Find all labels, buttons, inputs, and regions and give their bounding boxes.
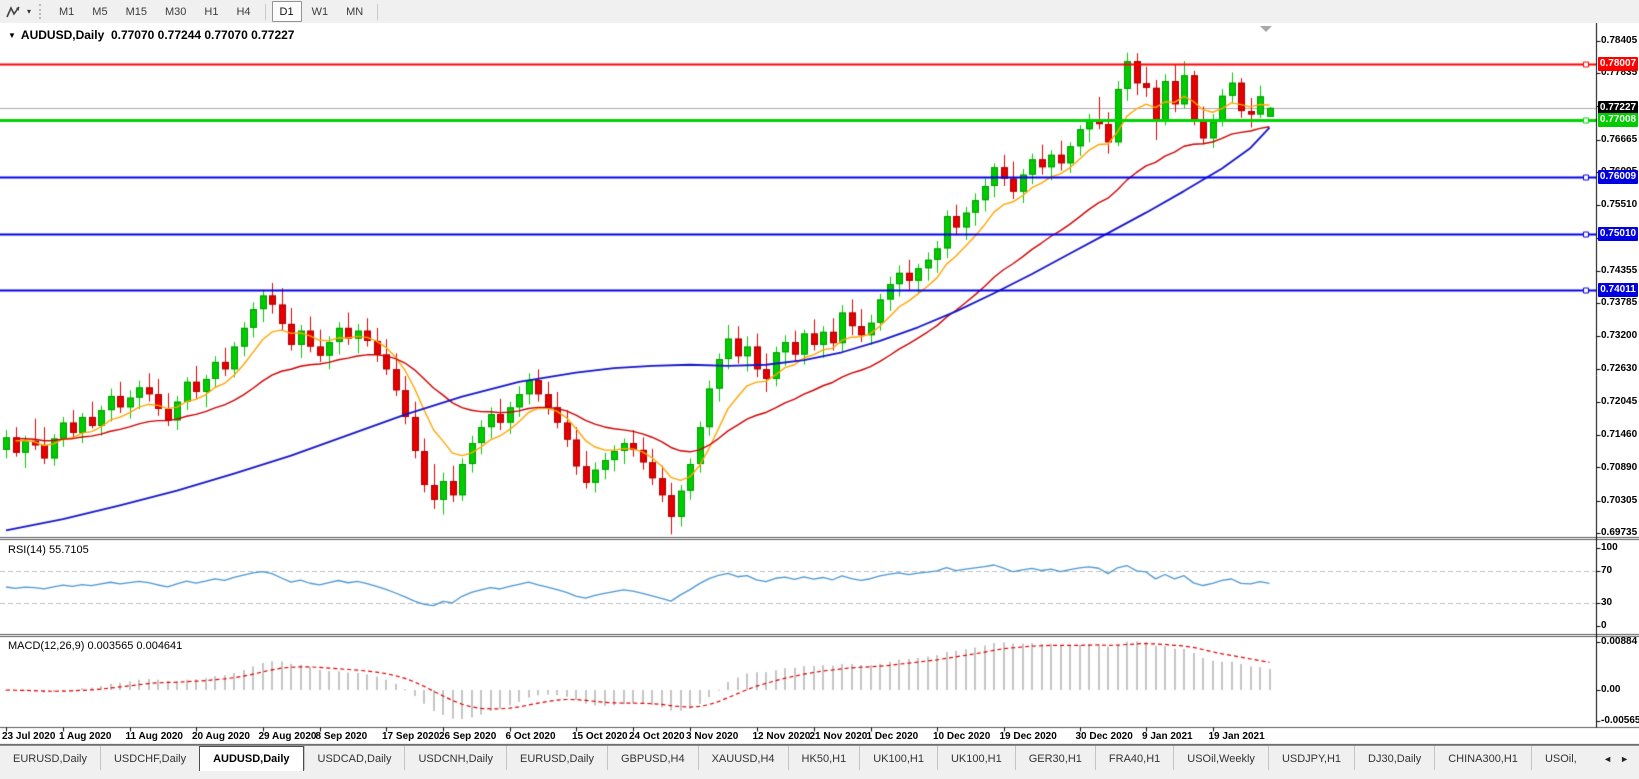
timeframe-button-m15[interactable]: M15 — [118, 1, 155, 22]
timeframe-toolbar: ▾ M1M5M15M30H1H4 D1W1MN — [0, 0, 1639, 24]
price-tick-label: 0.70890 — [1601, 461, 1639, 475]
price-tick-label: 0.73200 — [1601, 329, 1639, 343]
price-tick-label: 0.73785 — [1601, 296, 1639, 310]
tab-audusd-daily[interactable]: AUDUSD,Daily — [199, 746, 303, 771]
tab-uk100-h1[interactable]: UK100,H1 — [859, 746, 937, 771]
date-tick-label: 26 Sep 2020 — [439, 731, 496, 743]
date-tick-label: 11 Aug 2020 — [126, 731, 183, 743]
rsi-scale-label: 30 — [1601, 596, 1639, 610]
date-tick-label: 15 Oct 2020 — [572, 731, 628, 743]
chart-cursor-icon[interactable] — [3, 3, 23, 21]
tab-scroll-right-icon[interactable]: ► — [1616, 752, 1633, 766]
date-tick-label: 1 Dec 2020 — [867, 731, 919, 743]
date-tick-label: 8 Sep 2020 — [316, 731, 368, 743]
support-line-2-badge[interactable]: 0.76009 — [1598, 170, 1638, 184]
date-tick-label: 1 Aug 2020 — [59, 731, 111, 743]
timeframe-button-mn[interactable]: MN — [338, 1, 371, 22]
timeframe-button-m1[interactable]: M1 — [51, 1, 82, 22]
chart-symbol-label: AUDUSD,Daily — [21, 28, 104, 42]
chart-tabs: EURUSD,DailyUSDCHF,DailyAUDUSD,DailyUSDC… — [0, 746, 1590, 771]
support-line-3-badge[interactable]: 0.75010 — [1598, 227, 1638, 241]
mt4-window: ▾ M1M5M15M30H1H4 D1W1MN ▼ AUDUSD,Daily 0.7… — [0, 0, 1639, 779]
tab-usdcnh-daily[interactable]: USDCNH,Daily — [404, 746, 506, 771]
tab-eurusd-daily[interactable]: EURUSD,Daily — [506, 746, 607, 771]
tab-gbpusd-h4[interactable]: GBPUSD,H4 — [607, 746, 698, 771]
tab-uk100-h1[interactable]: UK100,H1 — [937, 746, 1015, 771]
date-tick-label: 6 Oct 2020 — [506, 731, 556, 743]
chevron-down-icon[interactable]: ▾ — [23, 7, 35, 16]
chart-shift-marker-icon[interactable] — [1260, 26, 1272, 32]
tab-xauusd-h4[interactable]: XAUUSD,H4 — [698, 746, 788, 771]
macd-scale-label: -0.005651 — [1601, 714, 1639, 728]
macd-scale-label: 0.00 — [1601, 683, 1639, 697]
date-tick-label: 19 Dec 2020 — [1000, 731, 1057, 743]
rsi-indicator-label: RSI(14) 55.7105 — [8, 544, 89, 556]
date-tick-label: 29 Aug 2020 — [259, 731, 317, 743]
timeframe-button-h1[interactable]: H1 — [196, 1, 226, 22]
price-tick-label: 0.78405 — [1601, 34, 1639, 48]
tab-fra40-h1[interactable]: FRA40,H1 — [1095, 746, 1173, 771]
date-tick-label: 10 Dec 2020 — [933, 731, 990, 743]
date-tick-label: 19 Jan 2021 — [1209, 731, 1265, 743]
chart-canvas[interactable] — [0, 23, 1639, 745]
tab-scroll-arrows: ◄ ► — [1599, 746, 1639, 771]
tab-china300-h1[interactable]: CHINA300,H1 — [1434, 746, 1531, 771]
toolbar-grip-handle[interactable] — [39, 4, 44, 19]
date-tick-label: 20 Aug 2020 — [192, 731, 250, 743]
chart-tab-bar: EURUSD,DailyUSDCHF,DailyAUDUSD,DailyUSDC… — [0, 745, 1639, 771]
price-tick-label: 0.69735 — [1601, 526, 1639, 540]
rsi-scale-label: 100 — [1601, 541, 1639, 555]
timeframe-button-h4[interactable]: H4 — [228, 1, 258, 22]
tab-hk50-h1[interactable]: HK50,H1 — [788, 746, 860, 771]
support-line-1-badge[interactable]: 0.77008 — [1598, 113, 1638, 127]
tab-scroll-left-icon[interactable]: ◄ — [1599, 752, 1616, 766]
tab-usoil-[interactable]: USOil, — [1531, 746, 1590, 771]
date-tick-label: 23 Jul 2020 — [2, 731, 55, 743]
macd-indicator-label: MACD(12,26,9) 0.003565 0.004641 — [8, 640, 182, 652]
date-tick-label: 30 Dec 2020 — [1076, 731, 1133, 743]
date-tick-label: 9 Jan 2021 — [1142, 731, 1193, 743]
timeframe-button-w1[interactable]: W1 — [304, 1, 337, 22]
tab-eurusd-daily[interactable]: EURUSD,Daily — [0, 746, 100, 771]
timeframe-buttons: M1M5M15M30H1H4 D1W1MN — [50, 1, 372, 22]
tab-usdcad-daily[interactable]: USDCAD,Daily — [304, 746, 405, 771]
timeframe-button-m30[interactable]: M30 — [157, 1, 194, 22]
resistance-line-badge[interactable]: 0.78007 — [1598, 57, 1638, 71]
date-tick-label: 21 Nov 2020 — [810, 731, 868, 743]
collapse-triangle-icon[interactable]: ▼ — [8, 31, 16, 40]
tab-usdjpy-h1[interactable]: USDJPY,H1 — [1268, 746, 1354, 771]
price-tick-label: 0.72045 — [1601, 395, 1639, 409]
chart-ohlc-values: 0.77070 0.77244 0.77070 0.77227 — [111, 28, 295, 42]
macd-scale-label: 0.00884 — [1601, 635, 1639, 649]
timeframe-button-m5[interactable]: M5 — [84, 1, 115, 22]
rsi-scale-label: 70 — [1601, 564, 1639, 578]
price-tick-label: 0.70305 — [1601, 494, 1639, 508]
price-tick-label: 0.74355 — [1601, 264, 1639, 278]
price-tick-label: 0.71460 — [1601, 428, 1639, 442]
price-tick-label: 0.76665 — [1601, 133, 1639, 147]
date-tick-label: 17 Sep 2020 — [382, 731, 439, 743]
status-strip — [0, 770, 1639, 779]
date-tick-label: 3 Nov 2020 — [686, 731, 738, 743]
chart-region: ▼ AUDUSD,Daily 0.77070 0.77244 0.77070 0.… — [0, 23, 1639, 745]
price-tick-label: 0.72630 — [1601, 362, 1639, 376]
tab-dj30-daily[interactable]: DJ30,Daily — [1354, 746, 1434, 771]
date-tick-label: 24 Oct 2020 — [629, 731, 685, 743]
tab-usoil-weekly[interactable]: USOil,Weekly — [1173, 746, 1268, 771]
timeframe-button-d1[interactable]: D1 — [272, 1, 302, 22]
tab-usdchf-daily[interactable]: USDCHF,Daily — [100, 746, 199, 771]
date-tick-label: 12 Nov 2020 — [753, 731, 811, 743]
tab-ger30-h1[interactable]: GER30,H1 — [1015, 746, 1095, 771]
chart-title: ▼ AUDUSD,Daily 0.77070 0.77244 0.77070 0.… — [8, 28, 294, 42]
support-line-4-badge[interactable]: 0.74011 — [1598, 283, 1638, 297]
toolbar-separator — [265, 4, 266, 20]
price-tick-label: 0.75510 — [1601, 198, 1639, 212]
rsi-scale-label: 0 — [1601, 619, 1639, 633]
toolbar-separator — [377, 4, 378, 20]
